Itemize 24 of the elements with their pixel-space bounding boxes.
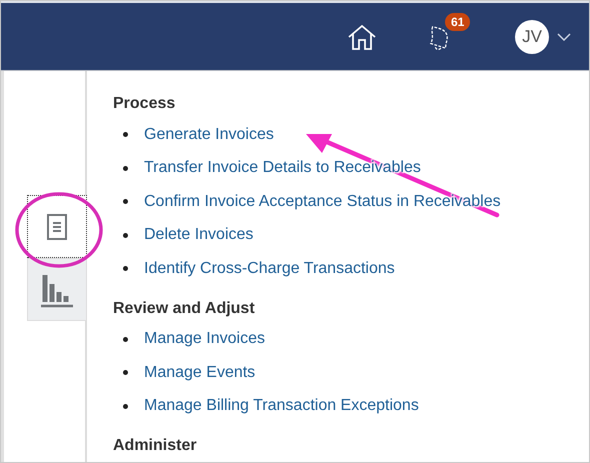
menu-link[interactable]: Delete Invoices xyxy=(144,226,254,244)
reports-tab[interactable] xyxy=(27,258,87,321)
user-avatar[interactable]: JV xyxy=(515,20,549,54)
bullet-icon xyxy=(123,199,128,204)
chevron-down-icon[interactable] xyxy=(557,32,571,40)
bullet-icon xyxy=(123,132,128,138)
menu-link[interactable]: Manage Invoices xyxy=(144,330,265,348)
document-icon xyxy=(47,214,67,240)
menu-link[interactable]: Manage Billing Transaction Exceptions xyxy=(144,397,419,416)
menu-link[interactable]: Identify Cross-Charge Transactions xyxy=(144,260,395,278)
home-icon[interactable] xyxy=(347,24,377,50)
section-heading: Administer xyxy=(113,437,198,455)
document-tab[interactable] xyxy=(27,195,87,258)
bullet-icon xyxy=(123,232,128,238)
bullet-icon xyxy=(123,266,128,272)
bullet-icon xyxy=(123,336,128,342)
bullet-icon xyxy=(123,404,128,409)
bullet-icon xyxy=(123,166,128,171)
section-heading: Review and Adjust xyxy=(113,300,256,318)
notification-badge: 61 xyxy=(445,12,470,30)
bullet-icon xyxy=(123,370,128,376)
menu-link[interactable]: Generate Invoices xyxy=(144,126,274,144)
menu-link[interactable]: Manage Events xyxy=(144,364,256,382)
section-heading: Process xyxy=(113,95,176,113)
